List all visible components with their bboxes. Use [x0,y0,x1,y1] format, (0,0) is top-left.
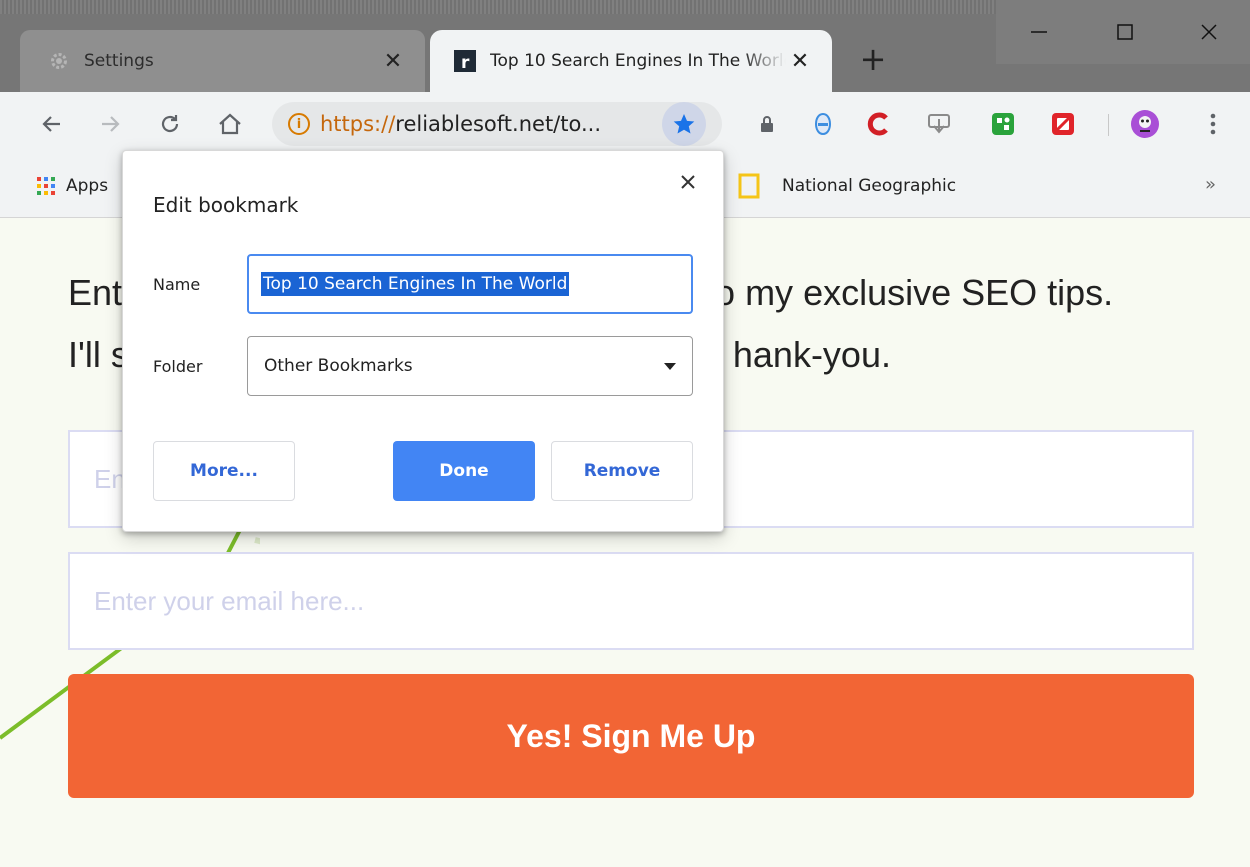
folder-value: Other Bookmarks [264,356,413,376]
reload-icon[interactable] [152,106,188,142]
signup-button[interactable]: Yes! Sign Me Up [68,674,1194,798]
browser-toolbar: i https://reliablesoft.net/to... [0,92,1250,156]
tab-close-icon[interactable]: ✕ [379,47,407,75]
home-icon[interactable] [212,106,248,142]
red-extension-icon[interactable] [1046,106,1080,142]
tab-reliablesoft[interactable]: r Top 10 Search Engines In The World ✕ [430,30,832,92]
tab-title: Settings [84,51,154,71]
green-extension-icon[interactable] [986,106,1020,142]
national-geographic-icon [738,173,760,199]
new-tab-icon[interactable]: + [856,43,890,78]
bookmark-name-field[interactable]: Top 10 Search Engines In The World [247,254,693,314]
gear-icon [48,50,70,72]
bookmark-label: National Geographic [782,176,957,196]
more-button[interactable]: More... [153,441,295,501]
lock-extension-icon[interactable] [750,106,784,142]
folder-select[interactable]: Other Bookmarks [247,336,693,396]
url-text: https://reliablesoft.net/to... [320,112,601,136]
profile-avatar-icon[interactable] [1128,106,1162,142]
intro-line1-right: to my exclusive SEO tips. [705,272,1114,313]
tab-title: Top 10 Search Engines In The World [490,51,786,71]
tab-close-icon[interactable]: ✕ [786,47,814,75]
forward-icon[interactable] [92,106,128,142]
close-icon[interactable] [673,167,703,197]
done-button[interactable]: Done [393,441,535,501]
shield-extension-icon[interactable] [806,106,840,142]
dialog-title: Edit bookmark [153,193,299,217]
dropdown-caret-icon [664,363,676,370]
address-bar[interactable]: i https://reliablesoft.net/to... [272,102,722,146]
bookmark-national-geographic[interactable]: National Geographic [738,170,956,202]
tab-strip: Settings ✕ r Top 10 Search Engines In Th… [0,0,1250,92]
svg-text:r: r [461,53,470,72]
remove-button[interactable]: Remove [551,441,693,501]
name-label: Name [153,275,201,294]
reliablesoft-favicon-icon: r [454,50,476,72]
bookmark-label: Apps [66,176,109,196]
bookmark-name-value: Top 10 Search Engines In The World [261,272,570,296]
folder-label: Folder [153,357,203,376]
intro-line2-left: I'll s [68,334,129,375]
intro-line2-right: hank-you. [732,334,891,375]
bookmark-star-icon[interactable] [662,102,706,146]
intro-line1-left: Ent [68,272,123,313]
email-input[interactable]: Enter your email here... [68,552,1194,650]
comodo-extension-icon[interactable] [862,106,896,142]
maximize-icon[interactable] [1082,0,1168,64]
apps-grid-icon [36,176,56,196]
download-extension-icon[interactable] [922,106,956,142]
tab-settings[interactable]: Settings ✕ [20,30,425,92]
bookmark-apps[interactable]: Apps [36,170,108,202]
back-icon[interactable] [34,106,70,142]
bookmarks-overflow-icon[interactable]: » [1205,174,1216,195]
menu-kebab-icon[interactable] [1196,106,1230,142]
site-info-icon[interactable]: i [288,113,310,135]
edit-bookmark-dialog: Edit bookmark Name Top 10 Search Engines… [122,150,724,532]
window-close-icon[interactable] [1168,0,1250,64]
toolbar-separator [1108,114,1109,136]
minimize-icon[interactable] [996,0,1082,64]
